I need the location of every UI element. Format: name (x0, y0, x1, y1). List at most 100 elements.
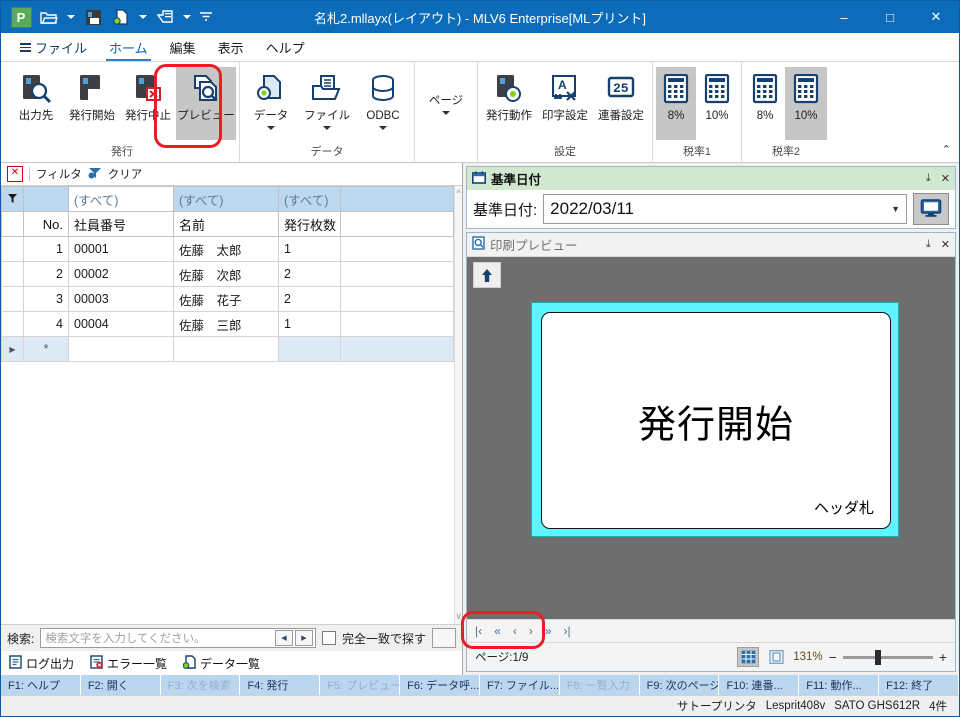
search-input[interactable]: 検索文字を入力してください。 ◀ ▶ (40, 628, 316, 648)
print-dropdown-icon[interactable] (179, 4, 195, 30)
exact-match-checkbox[interactable] (321, 631, 336, 645)
scroll-down-icon[interactable]: ∨ (455, 611, 462, 622)
table-row[interactable]: 4 00004 佐藤 三郎 1 (1, 311, 455, 337)
filter-cell-name[interactable]: (すべて) (173, 186, 279, 212)
clear-label[interactable]: クリア (108, 166, 143, 182)
filter-label[interactable]: フィルタ (36, 166, 82, 182)
cell-empty[interactable] (339, 286, 455, 312)
ribbon-button-start-issue[interactable]: 発行開始 (64, 67, 120, 140)
cell-name[interactable]: 佐藤 太郎 (173, 236, 279, 262)
tab-error-list[interactable]: エラー一覧 (90, 654, 167, 672)
search-next-button[interactable]: ▶ (294, 630, 313, 646)
header-no[interactable]: No. (23, 211, 69, 237)
table-row[interactable]: 2 00002 佐藤 次郎 2 (1, 261, 455, 287)
chevron-down-icon[interactable] (379, 126, 387, 131)
print-icon[interactable] (151, 4, 179, 30)
nav-last-button[interactable]: ›| (564, 624, 571, 638)
cell-name[interactable]: 佐藤 三郎 (173, 311, 279, 337)
fkey-f9[interactable]: F9: 次のページ (639, 675, 720, 695)
grid-vertical-scrollbar[interactable]: ^ ∨ (454, 186, 462, 624)
save-icon[interactable] (79, 4, 107, 30)
cell-quantity[interactable]: 2 (278, 261, 341, 287)
exact-match-label[interactable]: 完全一致で探す (342, 630, 426, 647)
ribbon-button-stop-issue[interactable]: 発行中止 (120, 67, 176, 140)
row-selector[interactable] (1, 236, 24, 262)
nav-first-button[interactable]: |‹ (475, 624, 482, 638)
base-date-combobox[interactable]: 2022/03/11 ▼ (543, 194, 907, 224)
filter-cell-empty[interactable] (339, 186, 455, 212)
ribbon-collapse-icon[interactable]: ⌃ (942, 143, 951, 156)
fkey-f10[interactable]: F10: 連番... (719, 675, 800, 695)
app-menu-button[interactable]: P (7, 4, 35, 30)
ribbon-button-preview[interactable]: プレビュー (176, 67, 236, 140)
grid-new-row[interactable]: ▶ * (1, 336, 455, 362)
new-cell-empty[interactable] (339, 336, 455, 362)
new-cell-name[interactable] (173, 336, 279, 362)
new-data-icon[interactable] (107, 4, 135, 30)
grid-filter-row[interactable]: (すべて) (すべて) (すべて) (1, 186, 455, 212)
filter-cell-employee-id[interactable]: (すべて) (68, 186, 174, 212)
row-selector[interactable] (1, 311, 24, 337)
tab-edit[interactable]: 編集 (159, 35, 207, 61)
cell-no[interactable]: 3 (23, 286, 69, 312)
pin-icon[interactable]: ⤓ (926, 238, 931, 251)
tab-help[interactable]: ヘルプ (255, 35, 316, 61)
cell-quantity[interactable]: 1 (278, 236, 341, 262)
nav-next-block-button[interactable]: » (545, 624, 552, 638)
fkey-f1[interactable]: F1: ヘルプ (1, 675, 81, 695)
row-selector[interactable] (1, 286, 24, 312)
chevron-down-icon[interactable]: ▼ (891, 204, 900, 214)
new-data-dropdown-icon[interactable] (135, 4, 151, 30)
nav-next-button[interactable]: › (529, 624, 533, 638)
cell-name[interactable]: 佐藤 次郎 (173, 261, 279, 287)
table-row[interactable]: 3 00003 佐藤 花子 2 (1, 286, 455, 312)
tab-view[interactable]: 表示 (207, 35, 255, 61)
filter-cell-quantity[interactable]: (すべて) (278, 186, 341, 212)
new-cell-employee-id[interactable] (68, 336, 174, 362)
ribbon-button-tax1-10[interactable]: 10% (696, 67, 738, 140)
ribbon-button-output-destination[interactable]: 出力先 (8, 67, 64, 140)
cell-no[interactable]: 2 (23, 261, 69, 287)
nav-prev-button[interactable]: ‹ (513, 624, 517, 638)
zoom-slider[interactable] (842, 649, 933, 665)
cell-no[interactable]: 1 (23, 236, 69, 262)
minimize-button[interactable]: – (821, 1, 867, 33)
ribbon-button-print-settings[interactable]: A 印字設定 (537, 67, 593, 140)
close-icon[interactable]: ✕ (941, 172, 950, 185)
header-name[interactable]: 名前 (173, 211, 279, 237)
ribbon-button-file[interactable]: ファイル (299, 67, 355, 140)
cell-employee-id[interactable]: 00003 (68, 286, 174, 312)
cell-empty[interactable] (339, 236, 455, 262)
search-prev-button[interactable]: ◀ (274, 630, 293, 646)
table-row[interactable]: 1 00001 佐藤 太郎 1 (1, 236, 455, 262)
zoom-in-button[interactable]: + (939, 649, 947, 665)
fkey-f6[interactable]: F6: データ呼... (400, 675, 480, 695)
cell-quantity[interactable]: 1 (278, 311, 341, 337)
open-dropdown-icon[interactable] (63, 4, 79, 30)
chevron-down-icon[interactable] (267, 126, 275, 131)
search-options-button[interactable] (432, 628, 456, 648)
filter-cell-no[interactable] (23, 186, 69, 212)
filter-funnel-cell[interactable] (1, 186, 24, 212)
fkey-f12[interactable]: F12: 終了 (879, 675, 959, 695)
tab-home[interactable]: ホーム (98, 35, 159, 61)
ribbon-button-tax2-10[interactable]: 10% (785, 67, 827, 140)
preview-scroll-up-button[interactable] (473, 262, 501, 288)
scroll-up-icon[interactable]: ^ (457, 188, 461, 198)
single-page-view-icon[interactable] (765, 647, 787, 667)
monitor-button[interactable] (913, 193, 949, 225)
preview-canvas[interactable]: 発行開始 ヘッダ札 (467, 257, 955, 619)
cell-empty[interactable] (339, 311, 455, 337)
ribbon-button-serial-settings[interactable]: 25 連番設定 (593, 67, 649, 140)
fkey-f7[interactable]: F7: ファイル... (479, 675, 560, 695)
ribbon-button-tax2-8[interactable]: 8% (745, 67, 785, 140)
cell-employee-id[interactable]: 00004 (68, 311, 174, 337)
cell-employee-id[interactable]: 00002 (68, 261, 174, 287)
ribbon-button-tax1-8[interactable]: 8% (656, 67, 696, 140)
nav-prev-block-button[interactable]: « (494, 624, 501, 638)
grid-view-icon[interactable] (737, 647, 760, 667)
ribbon-button-page[interactable]: ページ (418, 86, 474, 131)
zoom-slider-handle[interactable] (874, 649, 881, 665)
open-icon[interactable] (35, 4, 63, 30)
pin-icon[interactable]: ⤓ (926, 172, 931, 185)
